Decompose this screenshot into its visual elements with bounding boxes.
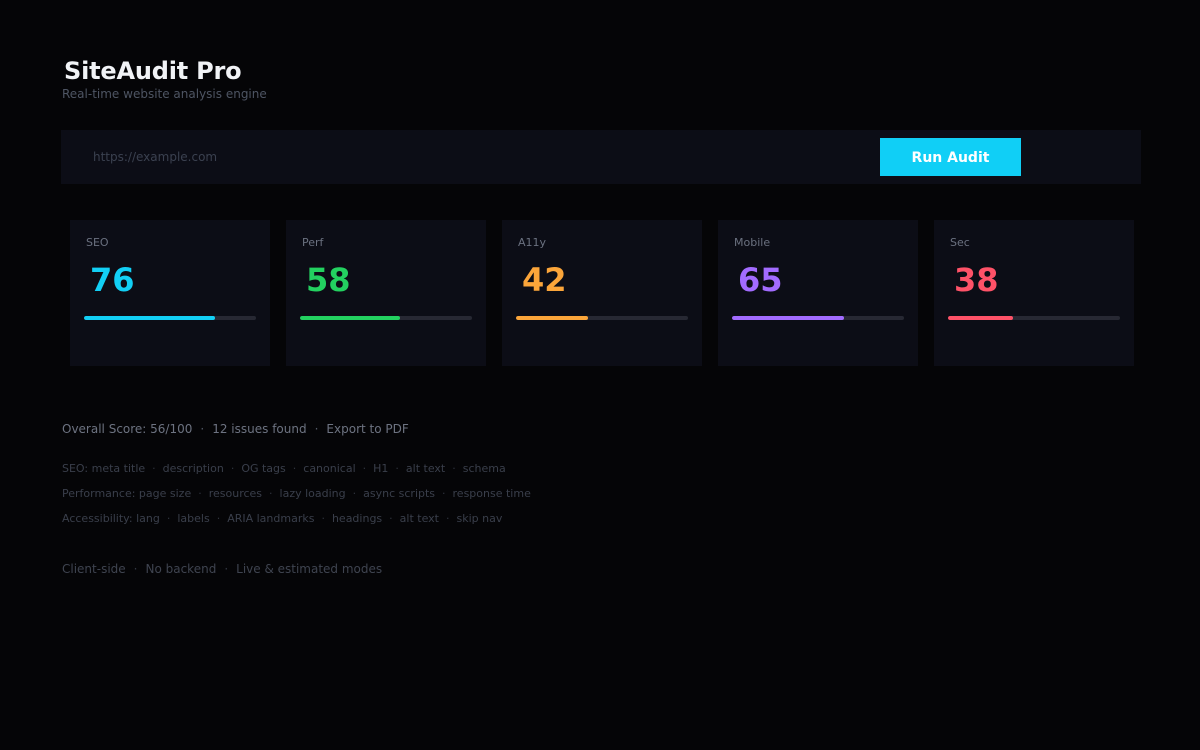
check-item: ARIA landmarks <box>227 512 315 525</box>
score-card-label: A11y <box>518 236 547 249</box>
check-item: lazy loading <box>279 487 346 500</box>
audit-form: Run Audit <box>61 130 1141 184</box>
footer-note: Client-side <box>62 562 126 576</box>
footer-note: Live & estimated modes <box>236 562 383 576</box>
check-item: alt text <box>405 462 446 475</box>
check-row: Accessibility: lang · labels · ARIA landmark… <box>62 511 531 536</box>
check-item: headings <box>331 512 383 525</box>
siteaudit-app: SiteAudit Pro Real-time website analysis… <box>0 0 1200 750</box>
separator: · <box>200 422 205 436</box>
url-input[interactable] <box>81 142 861 172</box>
score-card-value: 42 <box>522 261 567 299</box>
score-progress-fill <box>300 316 400 320</box>
separator: · <box>216 512 221 525</box>
separator: · <box>314 422 319 436</box>
score-progress-track <box>84 316 256 320</box>
score-card-mobile: Mobile 65 <box>718 220 918 366</box>
score-progress-fill <box>732 316 844 320</box>
score-card-label: Perf <box>302 236 324 249</box>
score-card-value: 38 <box>954 261 999 299</box>
score-card-label: SEO <box>86 236 109 249</box>
separator: · <box>395 462 399 475</box>
check-item: async scripts <box>363 487 436 500</box>
separator: · <box>452 462 456 475</box>
check-item: OG tags <box>241 462 286 475</box>
check-item: schema <box>462 462 506 475</box>
separator: · <box>442 487 446 500</box>
separator: · <box>352 487 357 500</box>
separator: · <box>269 487 273 500</box>
separator: · <box>152 462 156 475</box>
check-item: canonical <box>303 462 356 475</box>
overall-score: Overall Score: 56/100 <box>62 422 193 436</box>
footer-note: No backend <box>145 562 217 576</box>
separator: · <box>362 462 367 475</box>
score-progress-track <box>300 316 472 320</box>
check-list: SEO: meta title · description · OG tags · cano… <box>62 461 531 536</box>
score-progress-track <box>516 316 688 320</box>
score-card-sec: Sec 38 <box>934 220 1134 366</box>
score-card-seo: SEO 76 <box>70 220 270 366</box>
check-item: alt text <box>399 512 439 525</box>
check-row: SEO: meta title · description · OG tags · cano… <box>62 461 531 486</box>
separator: · <box>198 487 202 500</box>
score-progress-fill <box>516 316 589 320</box>
check-item: H1 <box>373 462 389 475</box>
score-progress-track <box>948 316 1120 320</box>
summary-line: Overall Score: 56/100 · 12 issues found · Ex… <box>62 421 409 437</box>
separator: · <box>292 462 297 475</box>
check-item: labels <box>177 512 210 525</box>
separator: · <box>446 512 450 525</box>
separator: · <box>166 512 171 525</box>
separator: · <box>321 512 325 525</box>
score-card-value: 65 <box>738 261 783 299</box>
export-pdf-link[interactable]: Export to PDF <box>326 422 408 436</box>
issues-count: 12 issues found <box>212 422 307 436</box>
score-card-perf: Perf 58 <box>286 220 486 366</box>
score-card-a11y: A11y 42 <box>502 220 702 366</box>
separator: · <box>224 562 229 576</box>
score-card-label: Mobile <box>734 236 771 249</box>
run-audit-button[interactable]: Run Audit <box>880 138 1021 176</box>
separator: · <box>230 462 235 475</box>
app-title: SiteAudit Pro <box>64 57 242 85</box>
check-item: Performance: page size <box>62 487 192 500</box>
separator: · <box>389 512 393 525</box>
check-item: response time <box>452 487 531 500</box>
check-item: description <box>162 462 224 475</box>
check-item: SEO: meta title <box>62 462 146 475</box>
score-card-value: 58 <box>306 261 351 299</box>
check-item: resources <box>208 487 263 500</box>
separator: · <box>133 562 138 576</box>
score-card-label: Sec <box>950 236 970 249</box>
score-progress-fill <box>84 316 215 320</box>
check-item: skip nav <box>456 512 503 525</box>
check-row: Performance: page size · resources · lazy lo… <box>62 486 531 511</box>
score-progress-fill <box>948 316 1014 320</box>
app-subtitle: Real-time website analysis engine <box>62 87 267 101</box>
score-progress-track <box>732 316 904 320</box>
score-card-value: 76 <box>90 261 135 299</box>
footer-notes: Client-side · No backend · Live & estimated … <box>62 561 382 577</box>
check-item: Accessibility: lang <box>62 512 160 525</box>
